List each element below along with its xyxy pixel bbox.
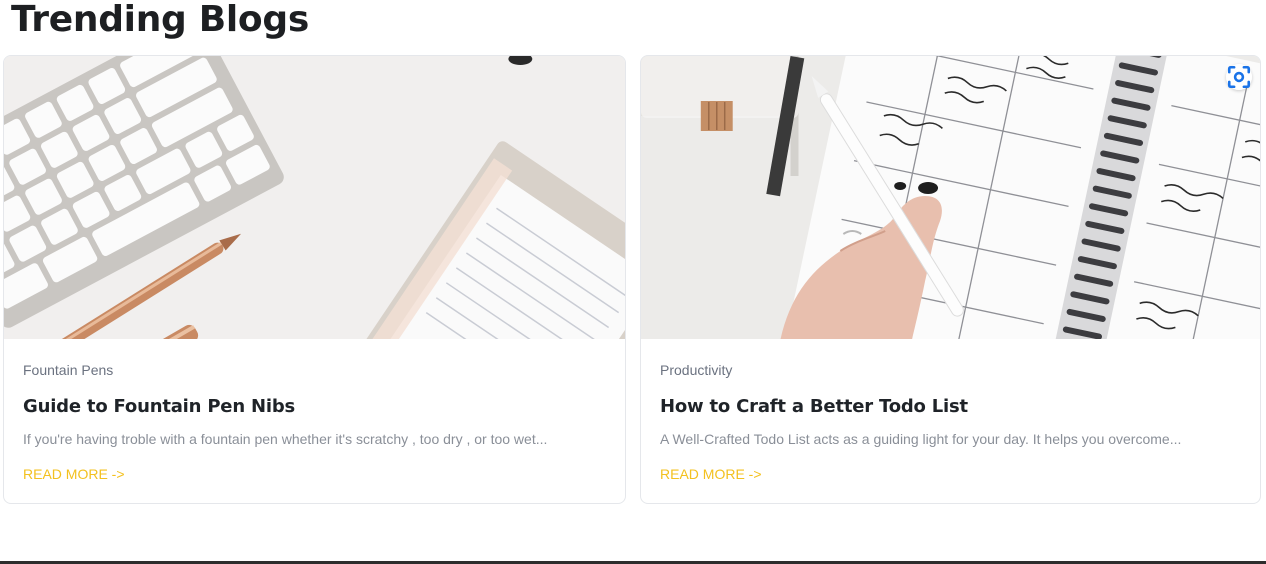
- blog-card-title[interactable]: How to Craft a Better Todo List: [660, 395, 1241, 419]
- blog-card-body: Productivity How to Craft a Better Todo …: [660, 339, 1241, 484]
- blog-card-category[interactable]: Productivity: [660, 361, 1241, 379]
- blog-card-excerpt: A Well-Crafted Todo List acts as a guidi…: [660, 431, 1182, 447]
- visual-search-button[interactable]: [1226, 64, 1252, 90]
- page-title: Trending Blogs: [11, 0, 309, 40]
- blog-card-body: Fountain Pens Guide to Fountain Pen Nibs…: [23, 339, 606, 484]
- read-more-link[interactable]: READ MORE ->: [660, 465, 762, 483]
- blog-card[interactable]: Fountain Pens Guide to Fountain Pen Nibs…: [3, 55, 626, 504]
- planner-hand-illustration: [641, 56, 1260, 339]
- blog-card-image[interactable]: [4, 56, 625, 339]
- blog-card-title[interactable]: Guide to Fountain Pen Nibs: [23, 395, 606, 419]
- blog-cards: Fountain Pens Guide to Fountain Pen Nibs…: [3, 55, 1261, 505]
- blog-card[interactable]: Productivity How to Craft a Better Todo …: [640, 55, 1261, 504]
- visual-search-icon: [1227, 65, 1251, 89]
- blog-card-excerpt: If you're having troble with a fountain …: [23, 431, 548, 447]
- blog-card-category[interactable]: Fountain Pens: [23, 361, 606, 379]
- read-more-link[interactable]: READ MORE ->: [23, 465, 125, 483]
- blog-card-image[interactable]: [641, 56, 1260, 339]
- keyboard-pens-illustration: [4, 56, 625, 339]
